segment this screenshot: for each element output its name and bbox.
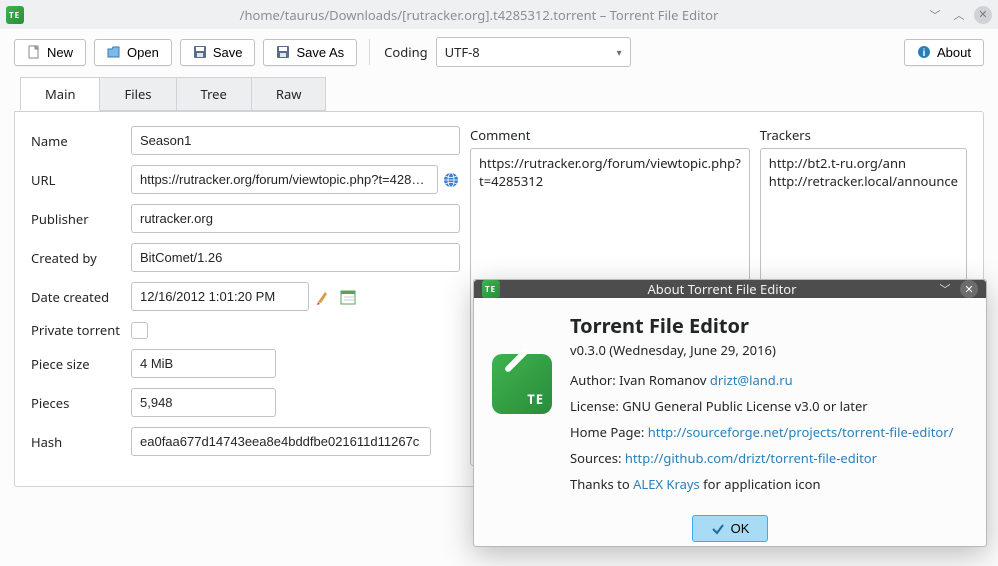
open-button[interactable]: Open [94,39,172,66]
url-input[interactable] [131,165,438,194]
new-button[interactable]: New [14,39,86,66]
save-as-icon [276,45,290,59]
toolbar-separator [369,39,370,65]
dialog-version: v0.3.0 (Wednesday, June 29, 2016) [570,341,968,359]
piece-size-label: Piece size [31,355,131,373]
hash-label: Hash [31,433,131,451]
ok-button[interactable]: OK [692,515,769,542]
folder-open-icon [107,45,121,59]
form-column: Name URL Publisher Created by [31,126,460,466]
author-email-link[interactable]: drizt@land.ru [710,371,793,389]
publisher-input[interactable] [131,204,460,233]
url-label: URL [31,171,131,189]
trackers-label: Trackers [760,126,967,144]
window-titlebar: /home/taurus/Downloads/[rutracker.org].t… [0,0,998,29]
dialog-logo-icon [492,354,552,414]
tab-tree[interactable]: Tree [176,77,252,111]
tab-raw[interactable]: Raw [251,77,327,111]
tab-strip: Main Files Tree Raw [14,77,984,111]
pieces-label: Pieces [31,394,131,412]
new-label: New [47,45,73,60]
createdby-input[interactable] [131,243,460,272]
dialog-sources: Sources: http://github.com/drizt/torrent… [570,449,968,467]
date-label: Date created [31,288,131,306]
dialog-close-button[interactable]: ✕ [960,280,978,298]
about-dialog: About Torrent File Editor ﹀ ✕ Torrent Fi… [473,279,987,547]
check-icon [711,522,725,536]
private-label: Private torrent [31,321,131,339]
thanks-link[interactable]: ALEX Krays [633,475,700,493]
comment-label: Comment [470,126,750,144]
dialog-collapse-button[interactable]: ﹀ [936,280,954,298]
save-label: Save [213,45,243,60]
chevron-down-icon: ▾ [617,45,622,59]
publisher-label: Publisher [31,210,131,228]
sources-link[interactable]: http://github.com/drizt/torrent-file-edi… [625,449,877,467]
window-title: /home/taurus/Downloads/[rutracker.org].t… [32,6,926,24]
about-button[interactable]: i About [904,39,984,66]
dialog-titlebar: About Torrent File Editor ﹀ ✕ [474,280,986,298]
close-button[interactable]: ✕ [974,6,992,24]
toolbar: New Open Save Save As Coding UTF-8 ▾ i A… [0,29,998,77]
homepage-label: Home Page: [570,423,648,441]
open-label: Open [127,45,159,60]
clear-date-icon[interactable] [315,288,333,306]
coding-label: Coding [384,43,427,61]
thanks-prefix: Thanks to [570,475,633,493]
calendar-icon[interactable] [339,288,357,306]
piece-size-input[interactable] [131,349,276,378]
ok-label: OK [731,521,750,536]
coding-select[interactable]: UTF-8 ▾ [436,37,631,67]
sources-label: Sources: [570,449,625,467]
createdby-label: Created by [31,249,131,267]
hash-input[interactable] [131,427,431,456]
globe-icon[interactable] [442,171,460,189]
pieces-input[interactable] [131,388,276,417]
info-icon: i [917,45,931,59]
app-icon [6,6,24,24]
save-as-label: Save As [296,45,344,60]
coding-value: UTF-8 [445,43,480,61]
save-button[interactable]: Save [180,39,256,66]
minimize-button[interactable]: ﹀ [926,6,944,24]
date-input[interactable] [131,282,309,311]
dialog-author: Author: Ivan Romanov drizt@land.ru [570,371,968,389]
homepage-link[interactable]: http://sourceforge.net/projects/torrent-… [648,423,954,441]
thanks-suffix: for application icon [700,475,821,493]
dialog-app-icon [482,280,500,298]
private-checkbox[interactable] [131,322,148,339]
file-new-icon [27,45,41,59]
dialog-title: About Torrent File Editor [508,280,936,298]
author-label: Author: Ivan Romanov [570,371,710,389]
tab-main[interactable]: Main [20,77,100,111]
maximize-button[interactable]: ︿ [950,6,968,24]
dialog-license: License: GNU General Public License v3.0… [570,397,968,415]
svg-text:i: i [923,48,926,59]
dialog-heading: Torrent File Editor [570,312,968,339]
dialog-thanks: Thanks to ALEX Krays for application ico… [570,475,968,493]
name-label: Name [31,132,131,150]
tab-files[interactable]: Files [99,77,176,111]
about-label: About [937,45,971,60]
save-icon [193,45,207,59]
dialog-homepage: Home Page: http://sourceforge.net/projec… [570,423,968,441]
name-input[interactable] [131,126,460,155]
save-as-button[interactable]: Save As [263,39,357,66]
